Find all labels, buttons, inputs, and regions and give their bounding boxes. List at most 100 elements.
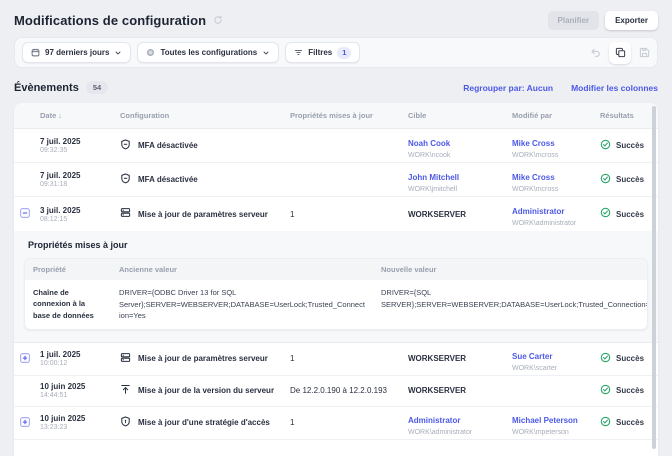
success-icon: [600, 382, 611, 400]
updated-properties: 1: [290, 207, 408, 222]
configuration-name: Mise à jour de paramètres serveur: [138, 210, 268, 219]
expand-row-button[interactable]: [20, 414, 30, 432]
updated-properties: 1: [290, 415, 408, 430]
table-row[interactable]: 7 juil. 2025 09:32:35 MFA désactivée Noa…: [14, 129, 658, 163]
calendar-icon: [31, 48, 40, 57]
undo-icon[interactable]: [590, 47, 601, 58]
event-time: 09:32:35: [40, 147, 116, 154]
result-status: Succès: [616, 141, 644, 150]
target-link[interactable]: Administrator: [408, 416, 460, 425]
modified-by-account: WORK\scarter: [512, 365, 596, 372]
property-old-value: DRIVER={ODBC Driver 13 for SQL Server};S…: [111, 280, 373, 329]
subcolumn-old-value: Ancienne valeur: [111, 259, 373, 280]
modified-by-link[interactable]: Michael Peterson: [512, 416, 578, 425]
table-row[interactable]: 3 juil. 2025 08:12:15 Mise à jour de par…: [14, 197, 658, 231]
modified-by-link[interactable]: Mike Cross: [512, 139, 555, 148]
table-row[interactable]: 7 juil. 2025 09:31:18 MFA désactivée Joh…: [14, 163, 658, 197]
configuration-scope-icon: [146, 48, 155, 57]
table-row[interactable]: 10 juin 2025 13:23:23 Mise à jour d'une …: [14, 407, 658, 440]
server-icon: [120, 205, 131, 223]
updated-properties: [290, 143, 408, 149]
upload-icon: [120, 382, 131, 400]
chevron-down-icon: [114, 49, 122, 57]
filters-label: Filtres: [308, 48, 332, 57]
target-account: WORK\administrator: [408, 429, 508, 436]
expand-row-button[interactable]: [20, 350, 30, 368]
server-icon: [120, 350, 131, 368]
mfa-disabled-icon: [120, 137, 131, 155]
success-icon: [600, 414, 611, 432]
filter-bar: 97 derniers jours Toutes les configurati…: [14, 37, 658, 68]
group-by-link[interactable]: Regrouper par: Aucun: [463, 83, 553, 93]
target-name: WORKSERVER: [408, 386, 508, 395]
modified-by-link[interactable]: Mike Cross: [512, 173, 555, 182]
table-row[interactable]: 1 juil. 2025 10:00:12 Mise à jour de par…: [14, 343, 658, 376]
column-header-modified-by[interactable]: Modifié par: [512, 108, 600, 123]
event-date: 1 juil. 2025: [40, 350, 116, 359]
configurations-dropdown[interactable]: Toutes les configurations: [137, 42, 279, 63]
properties-subtable: Propriété Ancienne valeur Nouvelle valeu…: [24, 258, 648, 330]
configuration-name: MFA désactivée: [138, 175, 198, 184]
chevron-down-icon: [262, 49, 270, 57]
modified-by-account: WORK\mcross: [512, 152, 596, 159]
configuration-name: Mise à jour de la version du serveur: [138, 386, 274, 395]
column-header-properties[interactable]: Propriétés mises à jour: [290, 108, 408, 123]
column-header-results[interactable]: Résultats: [600, 108, 658, 123]
config-changes-page: Modifications de configuration Planifier…: [0, 0, 672, 456]
subtable-header-row: Propriété Ancienne valeur Nouvelle valeu…: [25, 259, 647, 280]
collapse-row-button[interactable]: [20, 205, 30, 223]
expanded-panel-title: Propriétés mises à jour: [28, 240, 648, 250]
save-icon[interactable]: [639, 47, 650, 58]
events-title: Évènements: [14, 82, 79, 94]
configuration-name: MFA désactivée: [138, 141, 198, 150]
event-time: 08:12:15: [40, 216, 116, 223]
subcolumn-property: Propriété: [25, 259, 111, 280]
success-icon: [600, 137, 611, 155]
events-count-badge: 54: [86, 81, 108, 94]
event-date: 10 juin 2025: [40, 414, 116, 423]
modified-by-account: WORK\mpeterson: [512, 429, 596, 436]
column-header-configuration[interactable]: Configuration: [120, 108, 290, 123]
access-policy-icon: [120, 414, 131, 432]
table-header-row: Date↓ Configuration Propriétés mises à j…: [14, 103, 658, 129]
target-account: WORK\jmitchell: [408, 186, 508, 193]
property-new-value: DRIVER={SQL SERVER};SERVER=WEBSERVER;DAT…: [373, 280, 648, 329]
edit-columns-link[interactable]: Modifier les colonnes: [571, 83, 658, 93]
event-date: 10 juin 2025: [40, 382, 116, 391]
modified-by-account: WORK\administrator: [512, 220, 596, 227]
refresh-icon[interactable]: [213, 12, 223, 30]
column-header-target[interactable]: Cible: [408, 108, 512, 123]
date-range-value: 97 derniers jours: [45, 48, 109, 57]
property-name: Chaîne de connexion à la base de données: [25, 280, 111, 329]
expanded-properties-panel: Propriétés mises à jour Propriété Ancien…: [14, 231, 658, 343]
configuration-name: Mise à jour d'une stratégie d'accès: [138, 418, 270, 427]
target-account: WORK\ncook: [408, 152, 508, 159]
updated-properties: De 12.2.0.190 à 12.2.0.193: [290, 383, 408, 398]
filters-button[interactable]: Filtres 1: [285, 42, 360, 63]
modified-by-link[interactable]: Sue Carter: [512, 352, 552, 361]
event-time: 10:00:12: [40, 360, 116, 367]
table-row[interactable]: 10 juin 2025 14:44:51 Mise à jour de la …: [14, 376, 658, 407]
sort-desc-icon: ↓: [58, 113, 62, 120]
filter-icon: [294, 48, 303, 57]
events-heading-row: Évènements 54 Regrouper par: Aucun Modif…: [0, 68, 672, 103]
date-range-dropdown[interactable]: 97 derniers jours: [22, 42, 131, 63]
export-button[interactable]: Exporter: [605, 11, 658, 30]
modified-by-empty: [512, 388, 600, 394]
updated-properties: 1: [290, 351, 408, 366]
success-icon: [600, 205, 611, 223]
column-header-date[interactable]: Date↓: [40, 108, 120, 123]
modified-by-link[interactable]: Administrator: [512, 207, 564, 216]
event-date: 7 juil. 2025: [40, 171, 116, 180]
result-status: Succès: [616, 418, 644, 427]
subtable-row: Chaîne de connexion à la base de données…: [25, 280, 647, 329]
copy-icon[interactable]: [609, 42, 631, 64]
schedule-button[interactable]: Planifier: [548, 11, 600, 30]
vertical-scrollbar[interactable]: [652, 106, 656, 449]
event-date: 7 juil. 2025: [40, 137, 116, 146]
target-link[interactable]: Noah Cook: [408, 139, 450, 148]
page-title: Modifications de configuration: [14, 13, 206, 28]
event-date: 3 juil. 2025: [40, 206, 116, 215]
target-link[interactable]: John Mitchell: [408, 173, 459, 182]
result-status: Succès: [616, 210, 644, 219]
